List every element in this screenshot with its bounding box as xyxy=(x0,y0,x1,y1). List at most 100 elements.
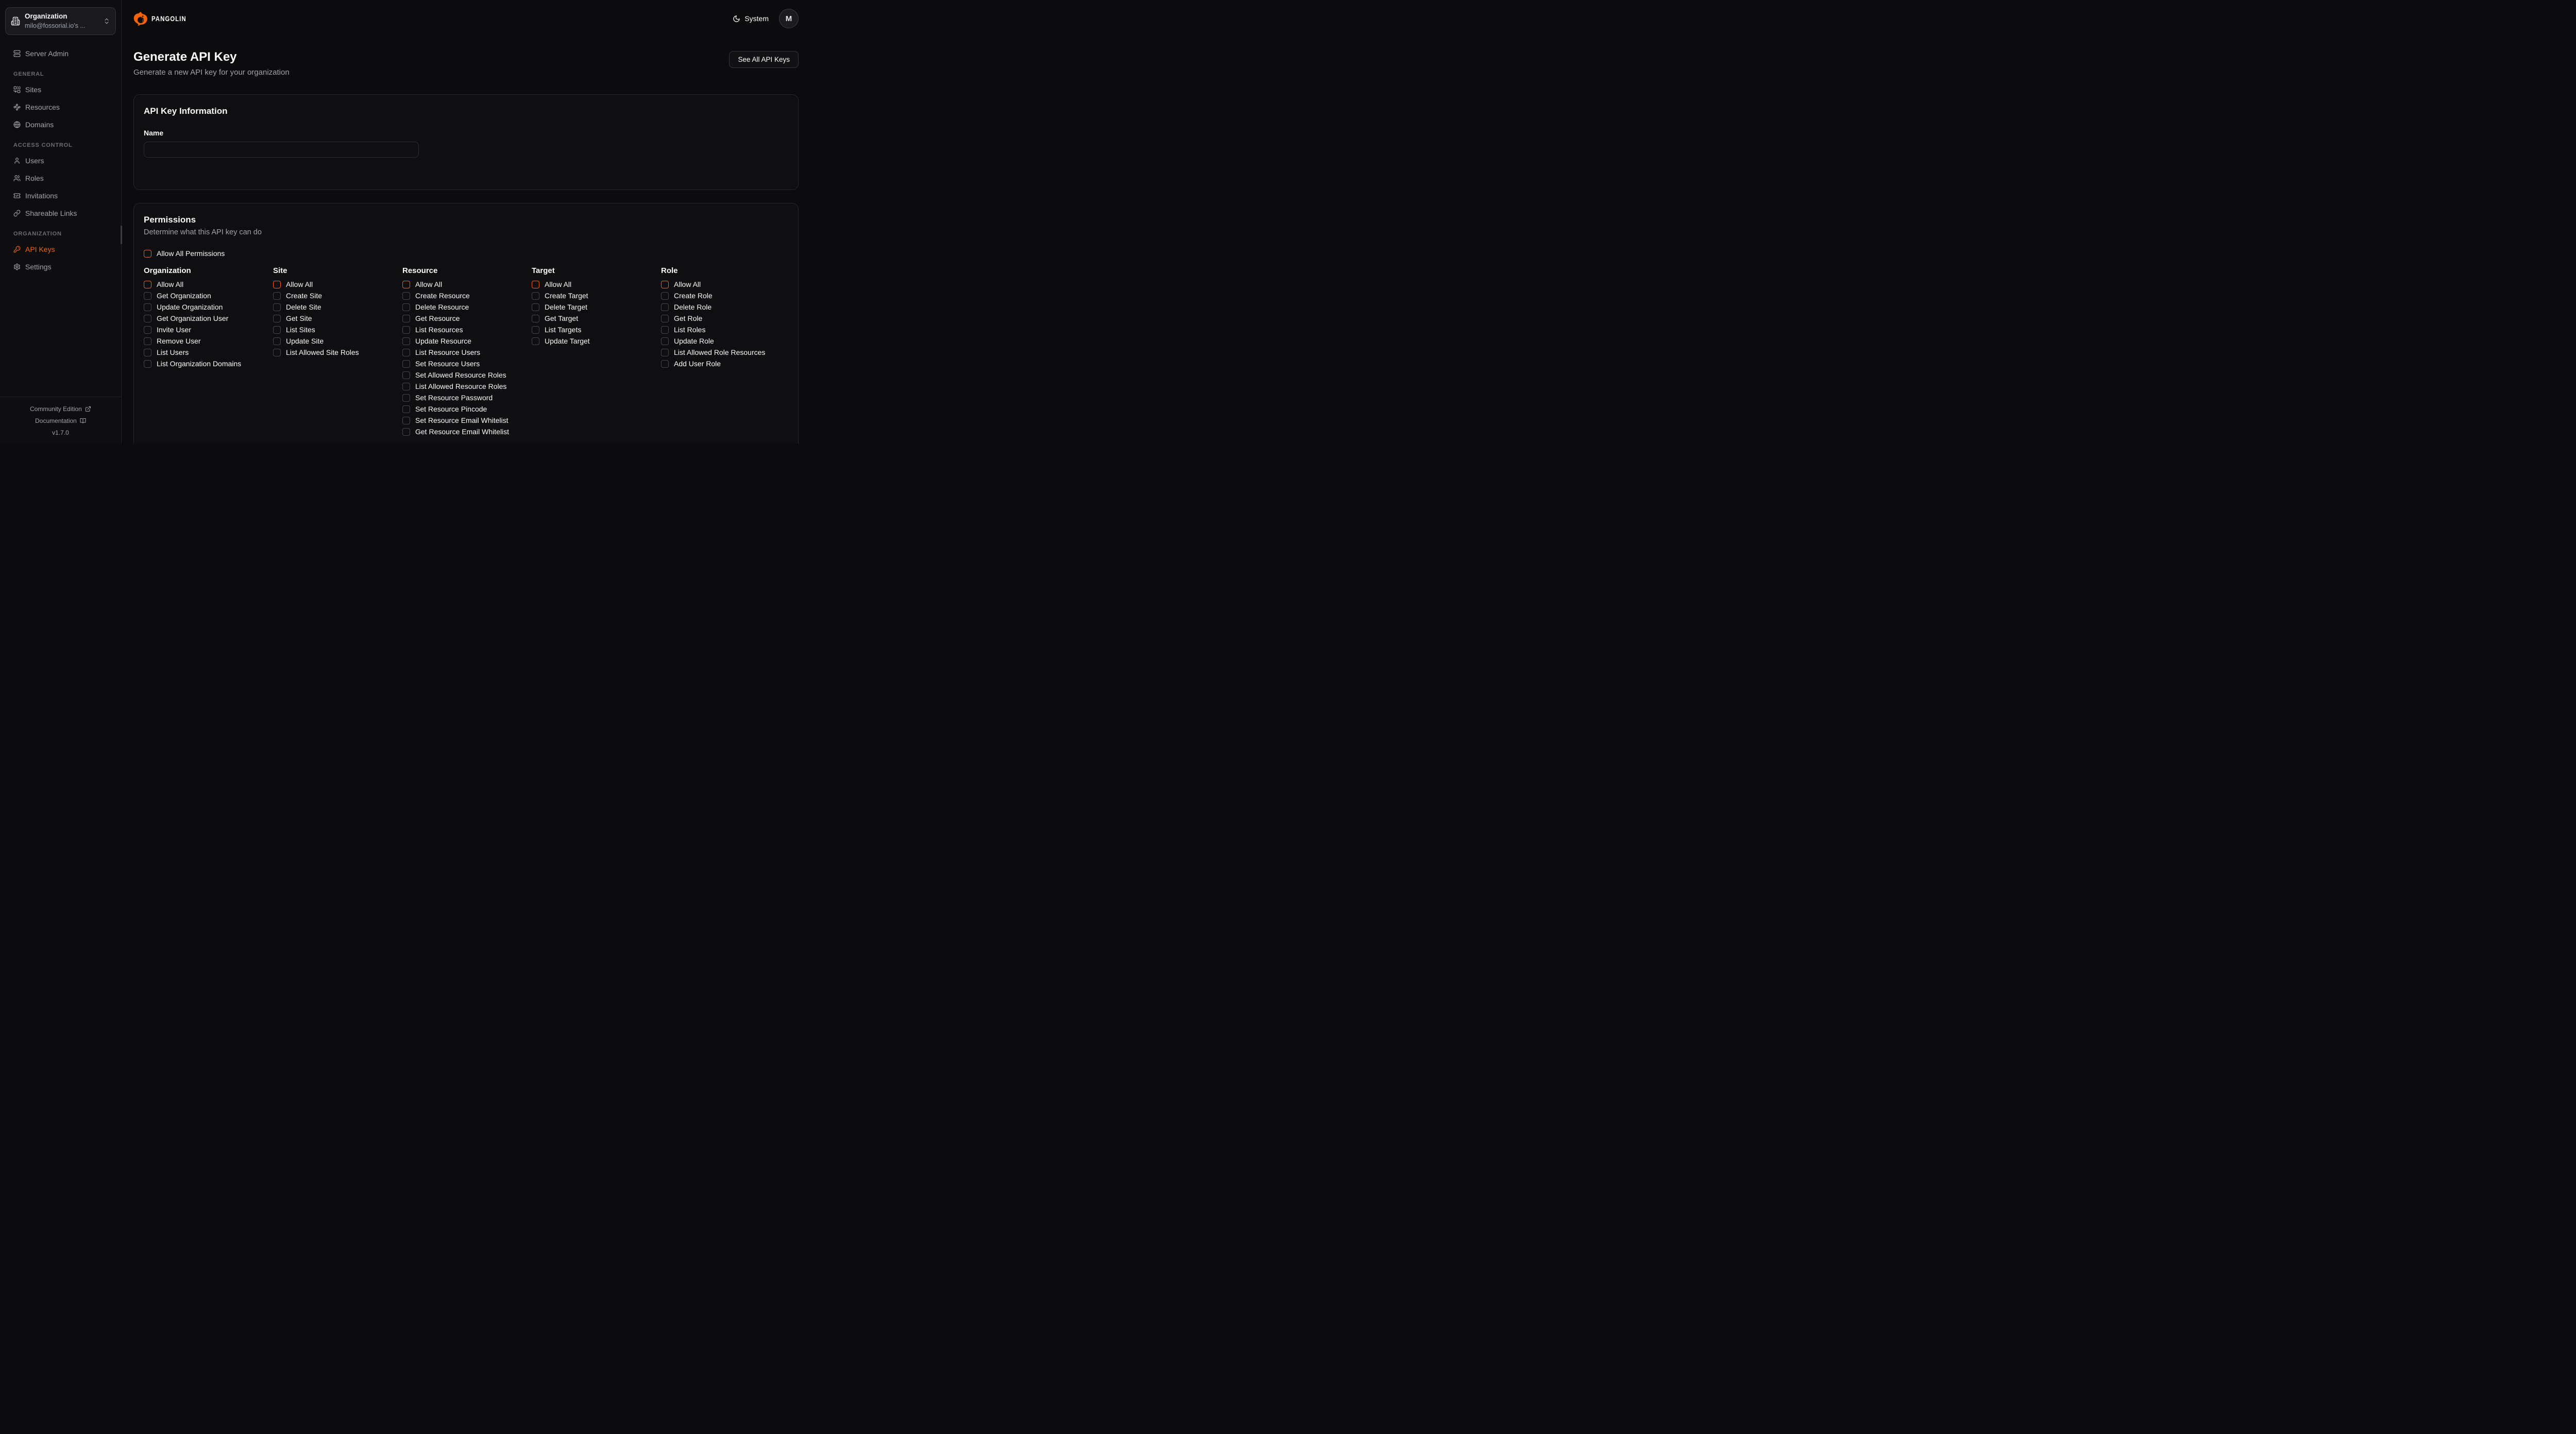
checkbox-role-add-user-role[interactable] xyxy=(661,360,669,368)
checkbox-site-create-site[interactable] xyxy=(273,292,281,300)
permission-label: Create Target xyxy=(545,292,588,300)
checkbox-organization-get-organization[interactable] xyxy=(144,292,151,300)
checkbox-resource-get-resource[interactable] xyxy=(402,315,410,322)
checkbox-organization-list-organization-domains[interactable] xyxy=(144,360,151,368)
checkbox-target-allow-all[interactable] xyxy=(532,281,539,288)
sidebar-item-roles[interactable]: Roles xyxy=(5,173,116,183)
checkbox-resource-list-allowed-resource-roles[interactable] xyxy=(402,383,410,390)
permission-label: List Sites xyxy=(286,326,315,334)
checkbox-site-update-site[interactable] xyxy=(273,337,281,345)
checkbox-organization-remove-user[interactable] xyxy=(144,337,151,345)
checkbox-site-list-allowed-site-roles[interactable] xyxy=(273,349,281,356)
sidebar-item-label: Domains xyxy=(25,121,54,129)
checkbox-resource-update-resource[interactable] xyxy=(402,337,410,345)
sidebar-sections: GENERALSitesResourcesDomainsACCESS CONTR… xyxy=(5,71,116,272)
permission-label: Delete Site xyxy=(286,303,321,312)
checkbox-role-allow-all[interactable] xyxy=(661,281,669,288)
checkbox-target-delete-target[interactable] xyxy=(532,303,539,311)
sidebar-item-users[interactable]: Users xyxy=(5,156,116,166)
checkbox-target-get-target[interactable] xyxy=(532,315,539,322)
checkbox-resource-set-resource-password[interactable] xyxy=(402,394,410,402)
checkbox-resource-set-resource-pincode[interactable] xyxy=(402,405,410,413)
ticket-check-icon xyxy=(13,192,21,199)
sidebar-scrollbar-thumb[interactable] xyxy=(121,226,122,244)
checkbox-resource-list-resources[interactable] xyxy=(402,326,410,334)
org-selector-subtitle: milo@fossorial.io's ... xyxy=(25,22,86,29)
permission-label: Create Role xyxy=(674,292,713,300)
key-icon xyxy=(13,246,21,253)
avatar[interactable]: M xyxy=(779,9,799,28)
checkbox-resource-allow-all[interactable] xyxy=(402,281,410,288)
api-key-information-title: API Key Information xyxy=(144,107,788,115)
checkbox-resource-delete-resource[interactable] xyxy=(402,303,410,311)
checkbox-role-get-role[interactable] xyxy=(661,315,669,322)
permission-row-resource-get-resource-email-whitelist: Get Resource Email Whitelist xyxy=(402,428,530,436)
checkbox-organization-list-users[interactable] xyxy=(144,349,151,356)
checkbox-resource-create-resource[interactable] xyxy=(402,292,410,300)
checkbox-role-delete-role[interactable] xyxy=(661,303,669,311)
permission-row-target-list-targets: List Targets xyxy=(532,326,659,334)
community-edition-link[interactable]: Community Edition xyxy=(0,405,121,413)
sidebar-section-organization: ORGANIZATIONAPI KeysSettings xyxy=(5,231,116,272)
gear-icon xyxy=(13,263,21,270)
checkbox-site-allow-all[interactable] xyxy=(273,281,281,288)
permission-label: Update Resource xyxy=(415,337,471,346)
permission-row-target-delete-target: Delete Target xyxy=(532,303,659,312)
checkbox-resource-get-resource-email-whitelist[interactable] xyxy=(402,428,410,436)
checkbox-target-create-target[interactable] xyxy=(532,292,539,300)
permission-row-site-delete-site: Delete Site xyxy=(273,303,400,312)
sidebar-item-api-keys[interactable]: API Keys xyxy=(5,244,116,254)
sidebar-item-domains[interactable]: Domains xyxy=(5,120,116,130)
checkbox-site-list-sites[interactable] xyxy=(273,326,281,334)
checkbox-resource-set-resource-email-whitelist[interactable] xyxy=(402,417,410,424)
checkbox-target-list-targets[interactable] xyxy=(532,326,539,334)
permission-label: Allow All xyxy=(157,280,183,289)
permission-group-resource: ResourceAllow AllCreate ResourceDelete R… xyxy=(402,266,530,439)
permission-row-role-allow-all: Allow All xyxy=(661,280,788,289)
checkbox-site-get-site[interactable] xyxy=(273,315,281,322)
permission-row-role-create-role: Create Role xyxy=(661,292,788,300)
org-selector[interactable]: Organization milo@fossorial.io's ... xyxy=(5,7,116,35)
permission-label: Create Resource xyxy=(415,292,470,300)
checkbox-organization-get-organization-user[interactable] xyxy=(144,315,151,322)
sidebar-item-resources[interactable]: Resources xyxy=(5,102,116,112)
topbar: PANGOLIN System M xyxy=(122,0,808,37)
sidebar-item-sites[interactable]: Sites xyxy=(5,84,116,95)
checkbox-role-update-role[interactable] xyxy=(661,337,669,345)
checkbox-target-update-target[interactable] xyxy=(532,337,539,345)
permission-label: List Roles xyxy=(674,326,705,334)
allow-all-permissions-checkbox[interactable] xyxy=(144,250,151,258)
checkbox-role-list-roles[interactable] xyxy=(661,326,669,334)
checkbox-resource-set-resource-users[interactable] xyxy=(402,360,410,368)
permission-label: Create Site xyxy=(286,292,322,300)
permission-row-resource-allow-all: Allow All xyxy=(402,280,530,289)
checkbox-resource-set-allowed-resource-roles[interactable] xyxy=(402,371,410,379)
checkbox-resource-list-resource-users[interactable] xyxy=(402,349,410,356)
sidebar-item-invitations[interactable]: Invitations xyxy=(5,191,116,201)
permission-label: Set Resource Users xyxy=(415,360,480,368)
sidebar-item-settings[interactable]: Settings xyxy=(5,262,116,272)
permission-label: Update Organization xyxy=(157,303,223,312)
permission-row-target-update-target: Update Target xyxy=(532,337,659,346)
permissions-card: Permissions Determine what this API key … xyxy=(133,203,799,443)
checkbox-site-delete-site[interactable] xyxy=(273,303,281,311)
permission-label: Update Role xyxy=(674,337,714,346)
checkbox-organization-invite-user[interactable] xyxy=(144,326,151,334)
sidebar-item-server-admin[interactable]: Server Admin xyxy=(5,48,116,59)
link-icon xyxy=(13,210,21,217)
brand[interactable]: PANGOLIN xyxy=(133,11,194,26)
permission-row-resource-set-allowed-resource-roles: Set Allowed Resource Roles xyxy=(402,371,530,380)
theme-toggle[interactable]: System xyxy=(733,14,769,23)
checkbox-role-create-role[interactable] xyxy=(661,292,669,300)
documentation-link[interactable]: Documentation xyxy=(0,417,121,424)
sidebar-item-label: Sites xyxy=(25,86,41,94)
checkbox-organization-allow-all[interactable] xyxy=(144,281,151,288)
sidebar-item-shareable-links[interactable]: Shareable Links xyxy=(5,208,116,218)
sidebar-item-label: Server Admin xyxy=(25,49,69,58)
checkbox-organization-update-organization[interactable] xyxy=(144,303,151,311)
permission-row-role-add-user-role: Add User Role xyxy=(661,360,788,368)
checkbox-role-list-allowed-role-resources[interactable] xyxy=(661,349,669,356)
api-key-name-input[interactable] xyxy=(144,142,419,158)
permission-label: Delete Role xyxy=(674,303,711,312)
see-all-api-keys-button[interactable]: See All API Keys xyxy=(729,51,799,68)
